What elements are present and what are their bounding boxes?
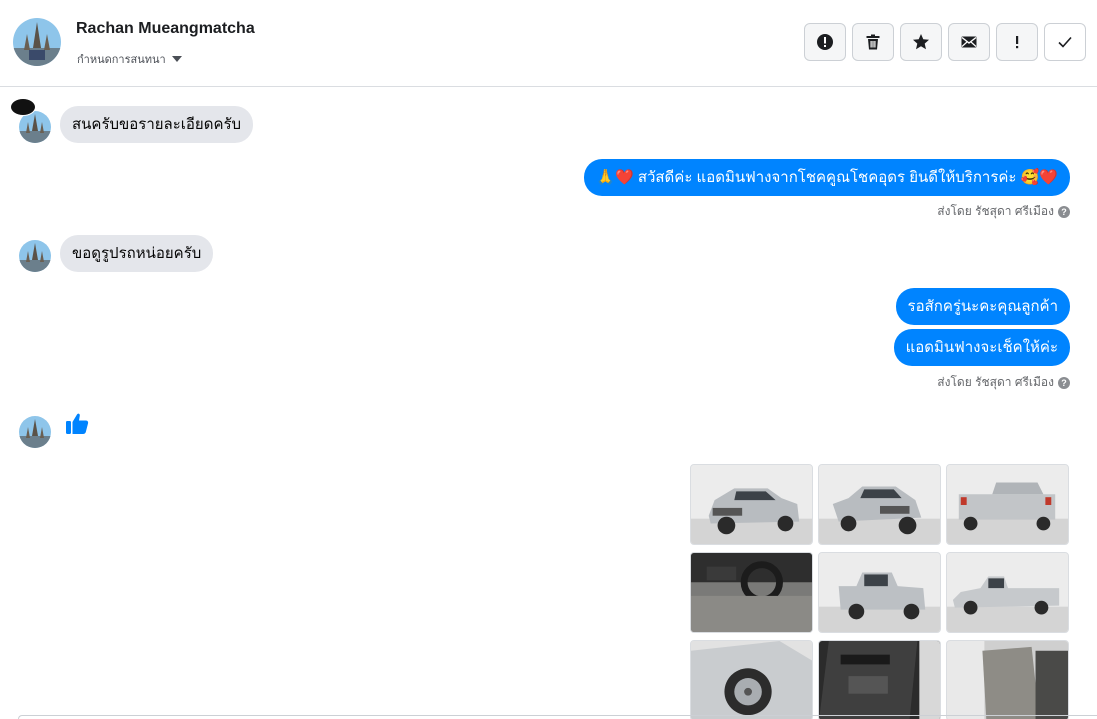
incoming-message[interactable]: ขอดูรูปรถหน่อยครับ (60, 235, 214, 272)
car-photo[interactable] (818, 640, 941, 719)
thumbs-up-icon[interactable] (65, 411, 89, 436)
caret-down-icon (171, 56, 182, 62)
conversation-header: Rachan Mueangmatcha กำหนดการสนทนา (0, 0, 1097, 87)
message-composer-edge[interactable] (18, 715, 1097, 719)
car-photo[interactable] (946, 640, 1069, 719)
car-photo[interactable] (818, 464, 941, 545)
car-photo[interactable] (946, 464, 1069, 545)
outgoing-message[interactable]: รอสักครู่นะคะคุณลูกค้า (895, 288, 1070, 325)
star-button[interactable] (900, 23, 942, 61)
car-photo[interactable] (818, 552, 941, 633)
message-thread[interactable]: สนครับขอรายละเอียดครับ 🙏❤️ สวัสดีค่ะ แอด… (0, 88, 1097, 719)
assign-conversation-dropdown[interactable]: กำหนดการสนทนา (77, 50, 182, 68)
trash-icon (866, 34, 880, 50)
report-icon (817, 34, 833, 50)
assign-label: กำหนดการสนทนา (77, 54, 166, 66)
envelope-icon (961, 36, 977, 48)
sent-by-label: ส่งโดย รัชสุดา ศรีเมือง ? (937, 373, 1070, 392)
car-photo[interactable] (690, 464, 813, 545)
sent-by-label: ส่งโดย รัชสุดา ศรีเมือง ? (937, 202, 1070, 221)
outgoing-message[interactable]: แอดมินฟางจะเช็คให้ค่ะ (893, 329, 1070, 366)
contact-avatar-small[interactable] (19, 240, 51, 272)
contact-avatar[interactable] (13, 18, 61, 66)
sent-by-text: ส่งโดย รัชสุดา ศรีเมือง (937, 375, 1054, 389)
exclamation-icon (1016, 36, 1019, 49)
car-photo[interactable] (690, 552, 813, 633)
mark-done-button[interactable] (1044, 23, 1086, 61)
car-photo[interactable] (690, 640, 813, 719)
star-icon (913, 34, 929, 50)
delete-button[interactable] (852, 23, 894, 61)
car-photo[interactable] (946, 552, 1069, 633)
sent-by-text: ส่งโดย รัชสุดา ศรีเมือง (937, 204, 1054, 218)
conversation-toolbar (804, 23, 1086, 61)
outgoing-message[interactable]: 🙏❤️ สวัสดีค่ะ แอดมินฟางจากโชคคูณโชคอุดร … (584, 159, 1070, 196)
page-logo-icon (10, 98, 36, 116)
contact-avatar-small[interactable] (19, 416, 51, 448)
question-icon[interactable]: ? (1058, 376, 1070, 389)
check-icon (1058, 36, 1072, 48)
follow-up-button[interactable] (996, 23, 1038, 61)
question-icon[interactable]: ? (1058, 205, 1070, 218)
mark-unread-button[interactable] (948, 23, 990, 61)
report-button[interactable] (804, 23, 846, 61)
contact-name[interactable]: Rachan Mueangmatcha (76, 20, 255, 38)
incoming-message[interactable]: สนครับขอรายละเอียดครับ (60, 106, 254, 143)
